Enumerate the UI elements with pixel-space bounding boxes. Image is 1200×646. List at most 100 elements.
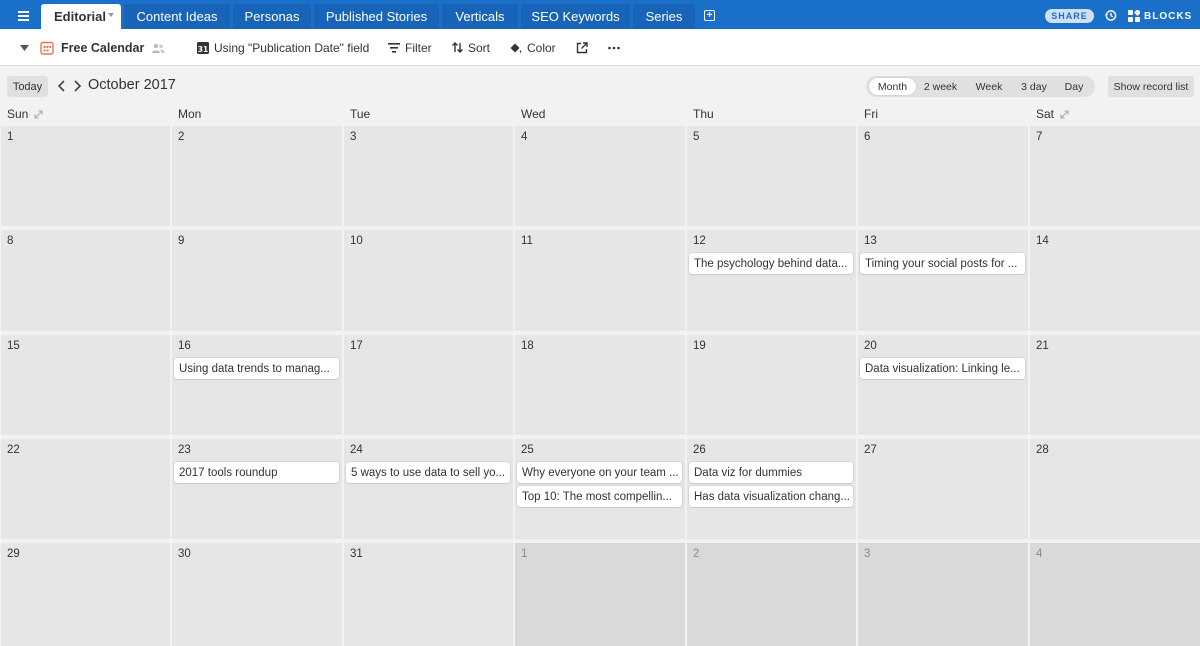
- day-number: 24: [350, 444, 363, 456]
- event-card[interactable]: Data viz for dummies: [689, 462, 853, 483]
- range-day[interactable]: Day: [1056, 78, 1092, 95]
- event-card[interactable]: The psychology behind data...: [689, 253, 853, 274]
- day-number: 31: [350, 548, 363, 560]
- blocks-icon: [1128, 10, 1140, 22]
- sort-button[interactable]: Sort: [452, 29, 490, 66]
- day-number: 26: [693, 444, 706, 456]
- day-cell[interactable]: 26 Data viz for dummies Has data visualiza…: [687, 439, 856, 539]
- day-number: 27: [864, 444, 877, 456]
- day-cell[interactable]: 22: [1, 439, 170, 539]
- tab-content-ideas[interactable]: Content Ideas: [124, 4, 230, 29]
- day-cell[interactable]: 1: [1, 126, 170, 226]
- day-number: 1: [7, 131, 14, 143]
- day-cell[interactable]: 29: [1, 543, 170, 646]
- day-number: 19: [693, 340, 706, 352]
- filter-label: Filter: [405, 40, 432, 55]
- event-card[interactable]: Top 10: The most compellin...: [517, 486, 682, 507]
- view-switcher[interactable]: Free Calendar: [40, 29, 170, 66]
- show-record-list-button[interactable]: Show record list: [1108, 76, 1194, 97]
- day-cell[interactable]: 9: [172, 230, 342, 331]
- chevron-down-icon[interactable]: [108, 13, 114, 17]
- next-month-icon[interactable]: [71, 79, 83, 93]
- event-card[interactable]: Has data visualization chang...: [689, 486, 853, 507]
- day-cell[interactable]: 25 Why everyone on your team ... Top 10: T…: [515, 439, 685, 539]
- history-icon[interactable]: [1104, 9, 1117, 22]
- tab-label: Series: [645, 9, 683, 24]
- day-cell[interactable]: 8: [1, 230, 170, 331]
- day-cell[interactable]: 12 The psychology behind data...: [687, 230, 856, 331]
- day-cell[interactable]: 21: [1030, 335, 1200, 435]
- share-view-button[interactable]: [576, 29, 593, 66]
- day-cell[interactable]: 4: [515, 126, 685, 226]
- tab-seo-keywords[interactable]: SEO Keywords: [521, 4, 630, 29]
- range-2-week[interactable]: 2 week: [918, 78, 963, 95]
- weekday-wed: Wed: [521, 107, 545, 121]
- day-number: 30: [178, 548, 191, 560]
- date-field-button[interactable]: 31 Using "Publication Date" field: [197, 29, 369, 66]
- day-cell[interactable]: 28: [1030, 439, 1200, 539]
- weekday-tue: Tue: [350, 107, 370, 121]
- tab-editorial[interactable]: Editorial: [41, 4, 121, 29]
- event-card[interactable]: 2017 tools roundup: [174, 462, 339, 483]
- view-list-toggle[interactable]: [20, 29, 34, 66]
- day-number: 9: [178, 235, 185, 247]
- collapse-weekend-icon[interactable]: [1060, 109, 1069, 119]
- range-month[interactable]: Month: [869, 78, 916, 95]
- day-cell[interactable]: 5: [687, 126, 856, 226]
- day-cell[interactable]: 1: [515, 543, 685, 646]
- day-cell[interactable]: 11: [515, 230, 685, 331]
- previous-month-icon[interactable]: [56, 79, 68, 93]
- view-toolbar: Free Calendar 31 Using "Publication Date…: [0, 29, 1200, 66]
- more-options-button[interactable]: [608, 29, 625, 66]
- day-cell[interactable]: 31: [344, 543, 513, 646]
- day-cell[interactable]: 7: [1030, 126, 1200, 226]
- day-cell[interactable]: 3: [344, 126, 513, 226]
- add-table-icon[interactable]: +: [704, 10, 715, 21]
- day-cell[interactable]: 20 Data visualization: Linking le...: [858, 335, 1028, 435]
- day-cell[interactable]: 27: [858, 439, 1028, 539]
- tab-label: SEO Keywords: [531, 9, 620, 24]
- blocks-button[interactable]: BLOCKS: [1128, 9, 1192, 23]
- day-cell[interactable]: 4: [1030, 543, 1200, 646]
- weekday-sun: Sun: [7, 107, 43, 121]
- event-card[interactable]: Timing your social posts for ...: [860, 253, 1025, 274]
- event-card[interactable]: Why everyone on your team ...: [517, 462, 682, 483]
- event-card[interactable]: 5 ways to use data to sell yo...: [346, 462, 510, 483]
- day-cell[interactable]: 15: [1, 335, 170, 435]
- filter-button[interactable]: Filter: [388, 29, 432, 66]
- tab-series[interactable]: Series: [633, 4, 695, 29]
- range-week[interactable]: Week: [966, 78, 1012, 95]
- tab-verticals[interactable]: Verticals: [442, 4, 518, 29]
- day-cell[interactable]: 10: [344, 230, 513, 331]
- range-3-day[interactable]: 3 day: [1014, 78, 1054, 95]
- event-card[interactable]: Using data trends to manag...: [174, 358, 339, 379]
- day-cell[interactable]: 16 Using data trends to manag...: [172, 335, 342, 435]
- today-button[interactable]: Today: [7, 76, 48, 97]
- day-cell[interactable]: 18: [515, 335, 685, 435]
- share-button[interactable]: SHARE: [1045, 9, 1094, 23]
- weekday-label: Wed: [521, 107, 546, 121]
- day-number: 12: [693, 235, 706, 247]
- top-tab-bar: Editorial Content Ideas Personas Publish…: [0, 0, 1200, 29]
- day-cell[interactable]: 30: [172, 543, 342, 646]
- event-card[interactable]: Data visualization: Linking le...: [860, 358, 1025, 379]
- day-cell[interactable]: 24 5 ways to use data to sell yo...: [344, 439, 513, 539]
- day-cell[interactable]: 13 Timing your social posts for ...: [858, 230, 1028, 331]
- day-cell[interactable]: 3: [858, 543, 1028, 646]
- day-number: 1: [521, 548, 528, 560]
- color-button[interactable]: Color: [509, 29, 556, 66]
- tab-personas[interactable]: Personas: [233, 4, 311, 29]
- day-cell[interactable]: 19: [687, 335, 856, 435]
- weekday-mon: Mon: [178, 107, 201, 121]
- day-cell[interactable]: 17: [344, 335, 513, 435]
- day-number: 3: [350, 131, 357, 143]
- day-cell[interactable]: 2: [687, 543, 856, 646]
- day-cell[interactable]: 2: [172, 126, 342, 226]
- menu-icon[interactable]: [9, 6, 37, 26]
- tab-published-stories[interactable]: Published Stories: [314, 4, 439, 29]
- day-cell[interactable]: 23 2017 tools roundup: [172, 439, 342, 539]
- day-cell[interactable]: 6: [858, 126, 1028, 226]
- day-cell[interactable]: 14: [1030, 230, 1200, 331]
- date-field-label: Using "Publication Date" field: [214, 40, 370, 55]
- collapse-weekend-icon[interactable]: [34, 109, 43, 119]
